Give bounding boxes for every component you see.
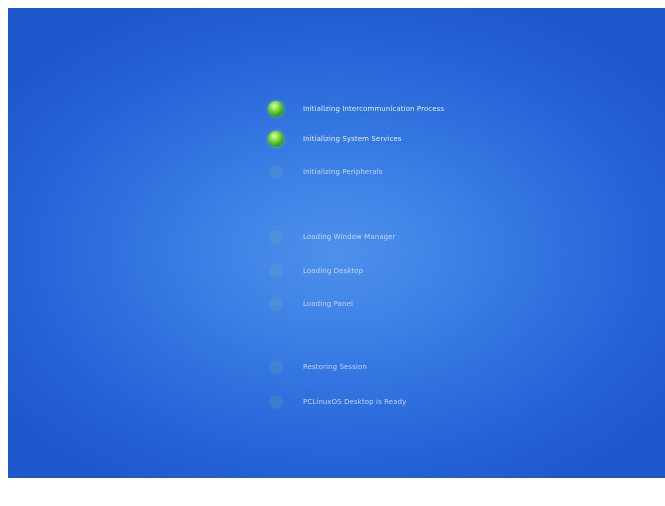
boot-step-label: Initializing System Services	[303, 135, 402, 143]
boot-step-panel: Loading Panel	[266, 294, 353, 314]
boot-step-intercommunication: Initializing Intercommunication Process	[266, 99, 444, 119]
boot-step-label: Loading Window Manager	[303, 233, 396, 241]
boot-splash-screen: Initializing Intercommunication Process …	[8, 8, 665, 478]
bottom-margin	[0, 478, 665, 506]
status-pending-icon	[266, 392, 286, 412]
boot-step-system-services: Initializing System Services	[266, 129, 402, 149]
status-done-icon	[266, 99, 286, 119]
status-pending-icon	[266, 294, 286, 314]
boot-step-label: Initializing Peripherals	[303, 168, 383, 176]
boot-step-label: Loading Desktop	[303, 267, 364, 275]
status-done-icon	[266, 129, 286, 149]
boot-step-label: Loading Panel	[303, 300, 354, 308]
boot-step-label: Initializing Intercommunication Process	[303, 105, 445, 113]
boot-step-peripherals: Initializing Peripherals	[266, 162, 383, 182]
status-pending-icon	[266, 357, 286, 377]
boot-step-window-manager: Loading Window Manager	[266, 227, 396, 247]
status-pending-icon	[266, 227, 286, 247]
boot-step-label: Restoring Session	[303, 363, 367, 371]
boot-step-desktop: Loading Desktop	[266, 261, 363, 281]
boot-step-label: PCLinuxOS Desktop is Ready	[303, 398, 407, 406]
status-pending-icon	[266, 261, 286, 281]
status-pending-icon	[266, 162, 286, 182]
boot-step-restoring-session: Restoring Session	[266, 357, 367, 377]
boot-step-desktop-ready: PCLinuxOS Desktop is Ready	[266, 392, 406, 412]
